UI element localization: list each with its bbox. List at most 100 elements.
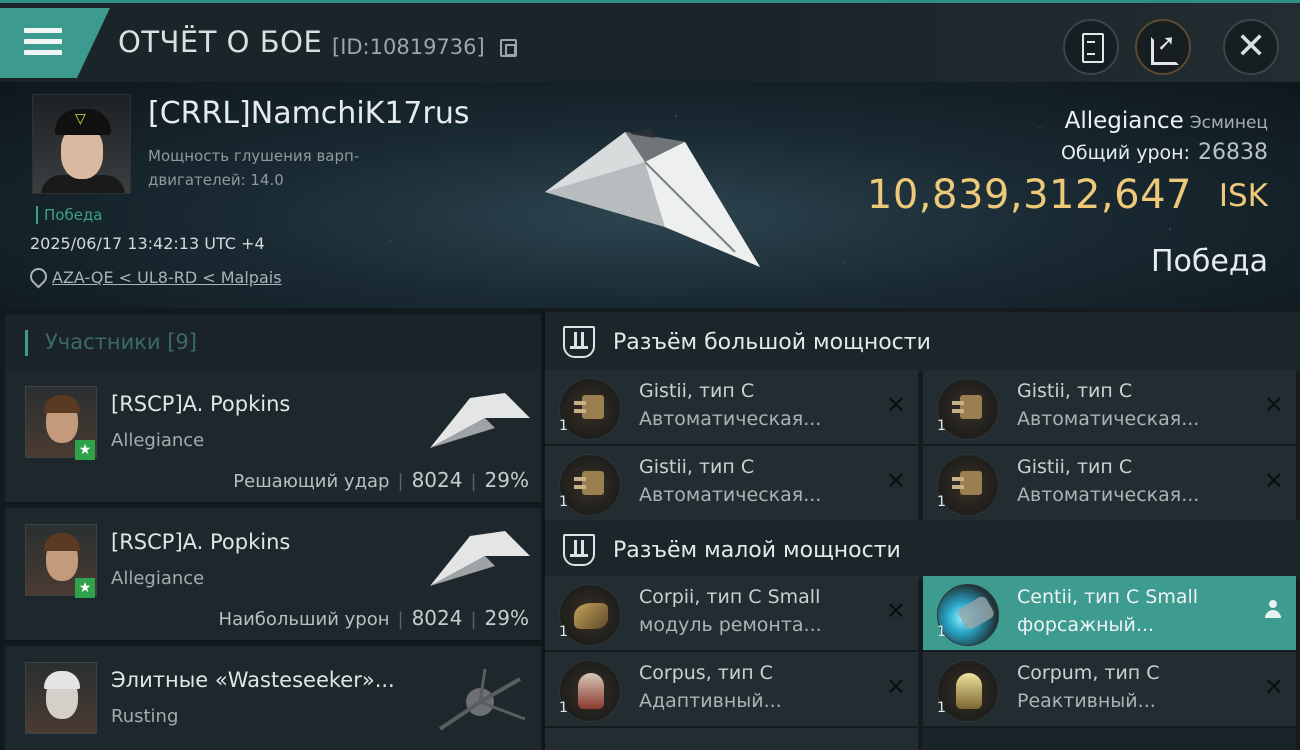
reactive-armor-icon: [937, 660, 999, 722]
result-badge: Победа: [36, 206, 103, 224]
module-slot-dropped[interactable]: 1 Centii, тип C Small форсажный...: [923, 576, 1296, 650]
module-name: Corpii, тип C Small: [639, 586, 821, 608]
close-icon: ✕: [1236, 26, 1267, 67]
module-qty: 1: [937, 494, 946, 510]
destroyed-icon: ✕: [885, 597, 906, 625]
module-type: Автоматическая...: [639, 408, 822, 430]
victim-ship: Allegiance Эсминец: [1064, 108, 1268, 134]
page-title: ОТЧЁТ О БОЕ: [118, 25, 323, 59]
location-pin-icon: [30, 268, 43, 285]
participant-ship: Allegiance: [111, 568, 205, 589]
destroyed-icon: ✕: [1263, 467, 1284, 495]
autocannon-icon: [937, 454, 999, 516]
module-type: Автоматическая...: [639, 484, 822, 506]
participants-header: Участники [9]: [5, 314, 541, 370]
location-link[interactable]: AZA-QE < UL8-RD < Malpais: [52, 268, 282, 287]
module-slot[interactable]: 1 Gistii, тип C Автоматическая... ✕: [923, 370, 1296, 444]
module-slot[interactable]: 1 Gistii, тип C Автоматическая... ✕: [923, 446, 1296, 520]
module-qty: 1: [559, 700, 568, 716]
kill-summary: [CRRL]NamchiK17rus Мощность глушения вар…: [0, 82, 1300, 308]
module-qty: 1: [559, 624, 568, 640]
kill-datetime: 2025/06/17 13:42:13 UTC +4: [30, 234, 265, 253]
isk-value: 10,839,312,647: [866, 172, 1192, 218]
autocannon-icon: [559, 378, 621, 440]
participant-name: [RSCP]A. Popkins: [111, 392, 291, 416]
module-qty: 1: [937, 624, 946, 640]
ship-icon: [430, 531, 530, 586]
module-type: Адаптивный...: [639, 690, 782, 712]
module-type: модуль ремонта...: [639, 614, 822, 636]
warp-scramble-strength: Мощность глушения варп-двигателей: 14.0: [148, 147, 360, 189]
module-type: форсажный...: [1017, 614, 1155, 636]
module-slot[interactable]: 1 Corpum, тип C Реактивный... ✕: [923, 652, 1296, 726]
module-name: Gistii, тип C: [639, 380, 755, 402]
participants-title: Участники [9]: [45, 330, 197, 354]
module-name: Centii, тип C Small: [1017, 586, 1199, 608]
clipboard-button[interactable]: [1063, 19, 1119, 75]
total-damage: Общий урон: 26838: [1060, 140, 1268, 165]
adaptive-armor-icon: [559, 660, 621, 722]
module-slot[interactable]: 1 Corpus, тип C Адаптивный... ✕: [545, 652, 918, 726]
victim-name[interactable]: [CRRL]NamchiK17rus: [148, 96, 469, 131]
victim-avatar[interactable]: [32, 94, 131, 194]
destroyed-icon: ✕: [885, 467, 906, 495]
module-slot[interactable]: [923, 728, 1296, 750]
module-type: Автоматическая...: [1017, 408, 1200, 430]
module-qty: 1: [937, 700, 946, 716]
module-type: Автоматическая...: [1017, 484, 1200, 506]
top-bar: ОТЧЁТ О БОЕ [ID:10819736] ✕: [0, 0, 1300, 82]
high-slot-header: Разъём большой мощности: [545, 312, 1300, 372]
star-icon: ★: [75, 440, 95, 460]
participant-name: [RSCP]A. Popkins: [111, 530, 291, 554]
module-name: Corpum, тип C: [1017, 662, 1160, 684]
participant-ship: Rusting: [111, 706, 179, 727]
repair-module-icon: [559, 584, 621, 646]
participant-stats: Наибольший урон | 8024 | 29%: [218, 606, 529, 630]
module-name: Corpus, тип C: [639, 662, 773, 684]
report-id: [ID:10819736]: [332, 35, 485, 59]
user-icon: [1264, 600, 1282, 622]
participant-stats: Решающий удар | 8024 | 29%: [233, 468, 529, 492]
low-slot-title: Разъём малой мощности: [613, 538, 901, 563]
destroyed-icon: ✕: [885, 391, 906, 419]
menu-button[interactable]: [0, 8, 110, 78]
fitting-panel: Разъём большой мощности 1 Gistii, тип C …: [545, 308, 1300, 750]
module-slot[interactable]: 1 Corpii, тип C Small модуль ремонта... …: [545, 576, 918, 650]
participant-ship: Allegiance: [111, 430, 205, 451]
afterburner-icon: [937, 584, 999, 646]
ship-icon: [430, 393, 530, 448]
participant-row[interactable]: ★ [RSCP]A. Popkins Allegiance Наибольший…: [5, 508, 541, 642]
module-type: Реактивный...: [1017, 690, 1156, 712]
module-slot[interactable]: 1 Gistii, тип C Автоматическая... ✕: [545, 370, 918, 444]
avatar: [25, 662, 97, 734]
participants-panel: Участники [9] ★ [RSCP]A. Popkins Allegia…: [0, 308, 542, 750]
high-slot-title: Разъём большой мощности: [613, 330, 931, 355]
destroyed-icon: ✕: [1263, 391, 1284, 419]
isk-unit: ISK: [1218, 178, 1268, 214]
high-slot-icon: [563, 326, 595, 358]
participant-row[interactable]: Элитные «Wasteseeker»... Rusting: [5, 646, 541, 750]
copy-icon[interactable]: [500, 39, 517, 57]
destroyed-icon: ✕: [1263, 673, 1284, 701]
participant-name: Элитные «Wasteseeker»...: [111, 668, 395, 692]
destroyed-icon: ✕: [885, 673, 906, 701]
drone-ship-icon: [438, 668, 526, 731]
module-name: Gistii, тип C: [1017, 456, 1133, 478]
module-name: Gistii, тип C: [1017, 380, 1133, 402]
close-button[interactable]: ✕: [1223, 19, 1279, 75]
module-qty: 1: [559, 494, 568, 510]
autocannon-icon: [559, 454, 621, 516]
participant-row[interactable]: ★ [RSCP]A. Popkins Allegiance Решающий у…: [5, 370, 541, 504]
module-slot[interactable]: 1 Gistii, тип C Автоматическая... ✕: [545, 446, 918, 520]
star-icon: ★: [75, 578, 95, 598]
autocannon-icon: [937, 378, 999, 440]
module-qty: 1: [937, 418, 946, 434]
module-qty: 1: [559, 418, 568, 434]
module-slot[interactable]: [545, 728, 918, 750]
share-button[interactable]: [1135, 19, 1191, 75]
ship-image: [545, 128, 760, 267]
low-slot-icon: [563, 534, 595, 566]
hamburger-icon: [24, 28, 62, 58]
low-slot-header: Разъём малой мощности: [545, 520, 1300, 580]
module-name: Gistii, тип C: [639, 456, 755, 478]
